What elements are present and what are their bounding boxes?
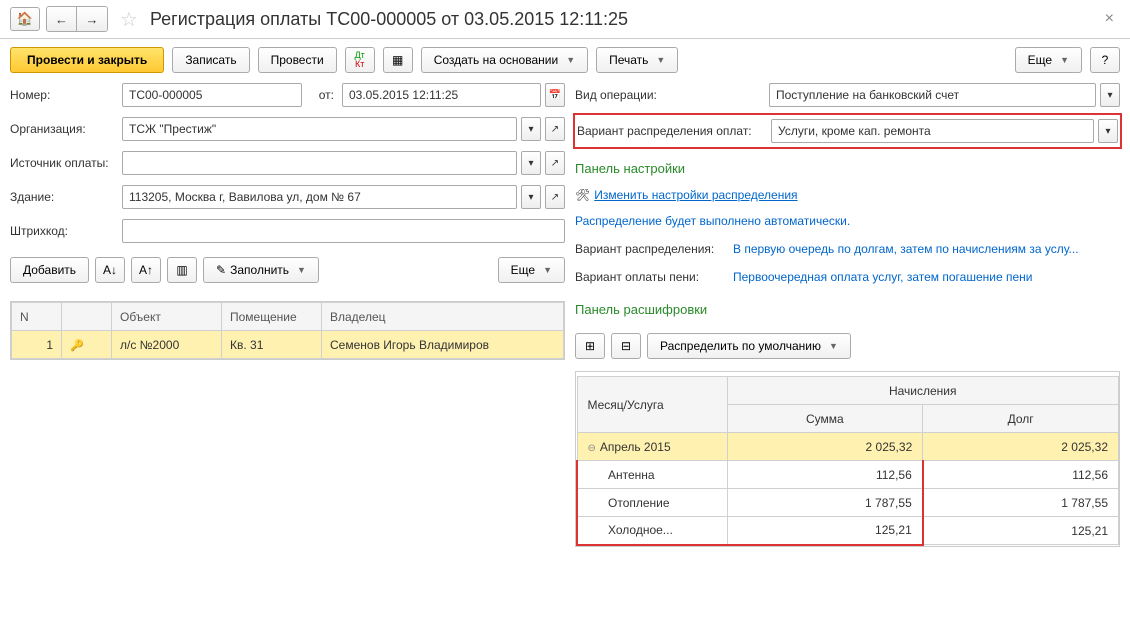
col-sum[interactable]: Сумма bbox=[727, 405, 923, 433]
source-label: Источник оплаты: bbox=[10, 156, 118, 170]
service-row[interactable]: Холодное... 125,21 125,21 bbox=[577, 517, 1119, 545]
dropdown-icon[interactable]: ▾ bbox=[1100, 83, 1120, 107]
chevron-down-icon: ▼ bbox=[656, 55, 665, 65]
dropdown-icon[interactable]: ▾ bbox=[521, 151, 541, 175]
add-button[interactable]: Добавить bbox=[10, 257, 89, 283]
sort-asc-button[interactable]: A↓ bbox=[95, 257, 125, 283]
open-icon[interactable]: ↗ bbox=[545, 151, 565, 175]
key-icon: 🔑 bbox=[70, 340, 84, 352]
dropdown-icon[interactable]: ▾ bbox=[521, 117, 541, 141]
save-button[interactable]: Записать bbox=[172, 47, 249, 73]
col-month[interactable]: Месяц/Услуга bbox=[577, 377, 727, 433]
calendar-icon[interactable]: 📅 bbox=[545, 83, 565, 107]
col-charges[interactable]: Начисления bbox=[727, 377, 1119, 405]
structure-button[interactable]: ▦ bbox=[383, 47, 413, 73]
col-n[interactable]: N bbox=[12, 303, 62, 331]
help-button[interactable]: ? bbox=[1090, 47, 1120, 73]
dropdown-icon[interactable]: ▾ bbox=[1098, 119, 1118, 143]
favorite-icon[interactable]: ☆ bbox=[120, 7, 138, 32]
accounts-table: N Объект Помещение Владелец 1 🔑 л/с №200… bbox=[11, 302, 564, 359]
back-button[interactable]: ← bbox=[47, 7, 77, 31]
col-object[interactable]: Объект bbox=[112, 303, 222, 331]
penalty-label: Вариант оплаты пени: bbox=[575, 270, 725, 284]
open-icon[interactable]: ↗ bbox=[545, 185, 565, 209]
optype-label: Вид операции: bbox=[575, 88, 765, 102]
change-settings-link[interactable]: Изменить настройки распределения bbox=[594, 188, 797, 202]
dist-variant-label: Вариант распределения: bbox=[575, 242, 725, 256]
post-button[interactable]: Провести bbox=[258, 47, 337, 73]
create-based-button[interactable]: Создать на основании▼ bbox=[421, 47, 588, 73]
auto-info: Распределение будет выполнено автоматиче… bbox=[575, 214, 850, 228]
source-input[interactable] bbox=[122, 151, 517, 175]
building-input[interactable]: 113205, Москва г, Вавилова ул, дом № 67 bbox=[122, 185, 517, 209]
more-button[interactable]: Еще▼ bbox=[1015, 47, 1082, 73]
expand-all-button[interactable]: ⊞ bbox=[575, 333, 605, 359]
close-icon[interactable]: × bbox=[1099, 10, 1120, 28]
page-title: Регистрация оплаты ТС00-000005 от 03.05.… bbox=[150, 9, 628, 30]
from-label: от: bbox=[306, 88, 338, 102]
open-icon[interactable]: ↗ bbox=[545, 117, 565, 141]
col-debt[interactable]: Долг bbox=[923, 405, 1119, 433]
date-input[interactable]: 03.05.2015 12:11:25 bbox=[342, 83, 541, 107]
collapse-icon[interactable]: ⊖ bbox=[588, 443, 596, 454]
print-button[interactable]: Печать▼ bbox=[596, 47, 678, 73]
settings-panel-title: Панель настройки bbox=[575, 161, 1120, 176]
forward-button[interactable]: → bbox=[77, 7, 107, 31]
distribute-default-button[interactable]: Распределить по умолчанию▼ bbox=[647, 333, 851, 359]
month-row[interactable]: ⊖Апрель 2015 2 025,32 2 025,32 bbox=[577, 433, 1119, 461]
table-row[interactable]: 1 🔑 л/с №2000 Кв. 31 Семенов Игорь Влади… bbox=[12, 331, 564, 359]
collapse-all-button[interactable]: ⊟ bbox=[611, 333, 641, 359]
fill-button[interactable]: ✎ Заполнить▼ bbox=[203, 257, 319, 283]
chevron-down-icon: ▼ bbox=[543, 265, 552, 275]
dist-input[interactable]: Услуги, кроме кап. ремонта bbox=[771, 119, 1094, 143]
dt-kt-icon: ДᴛКᴛ bbox=[355, 51, 365, 69]
number-label: Номер: bbox=[10, 88, 118, 102]
dropdown-icon[interactable]: ▾ bbox=[521, 185, 541, 209]
col-owner[interactable]: Владелец bbox=[322, 303, 564, 331]
dist-label: Вариант распределения оплат: bbox=[577, 124, 767, 138]
number-input[interactable]: ТС00-000005 bbox=[122, 83, 302, 107]
chevron-down-icon: ▼ bbox=[1060, 55, 1069, 65]
sort-desc-button[interactable]: A↑ bbox=[131, 257, 161, 283]
chevron-down-icon: ▼ bbox=[829, 341, 838, 351]
detail-panel-title: Панель расшифровки bbox=[575, 302, 1120, 317]
barcode-button[interactable]: ▥ bbox=[167, 257, 197, 283]
building-label: Здание: bbox=[10, 190, 118, 204]
barcode-label: Штрихкод: bbox=[10, 224, 118, 238]
optype-input[interactable]: Поступление на банковский счет bbox=[769, 83, 1096, 107]
detail-table: Месяц/Услуга Начисления Сумма Долг ⊖Апре… bbox=[576, 376, 1119, 546]
debit-credit-button[interactable]: ДᴛКᴛ bbox=[345, 47, 375, 73]
barcode-input[interactable] bbox=[122, 219, 565, 243]
org-label: Организация: bbox=[10, 122, 118, 136]
service-row[interactable]: Отопление 1 787,55 1 787,55 bbox=[577, 489, 1119, 517]
chevron-down-icon: ▼ bbox=[566, 55, 575, 65]
wrench-icon: 🛠 bbox=[575, 188, 590, 202]
left-more-button[interactable]: Еще▼ bbox=[498, 257, 565, 283]
penalty-value: Первоочередная оплата услуг, затем погаш… bbox=[733, 270, 1032, 284]
col-icon[interactable] bbox=[62, 303, 112, 331]
post-and-close-button[interactable]: Провести и закрыть bbox=[10, 47, 164, 73]
dist-variant-value: В первую очередь по долгам, затем по нач… bbox=[733, 242, 1079, 256]
org-input[interactable]: ТСЖ "Престиж" bbox=[122, 117, 517, 141]
col-room[interactable]: Помещение bbox=[222, 303, 322, 331]
service-row[interactable]: Антенна 112,56 112,56 bbox=[577, 461, 1119, 489]
distribution-highlight: Вариант распределения оплат: Услуги, кро… bbox=[573, 113, 1122, 149]
chevron-down-icon: ▼ bbox=[297, 265, 306, 275]
home-button[interactable]: 🏠 bbox=[10, 7, 40, 31]
